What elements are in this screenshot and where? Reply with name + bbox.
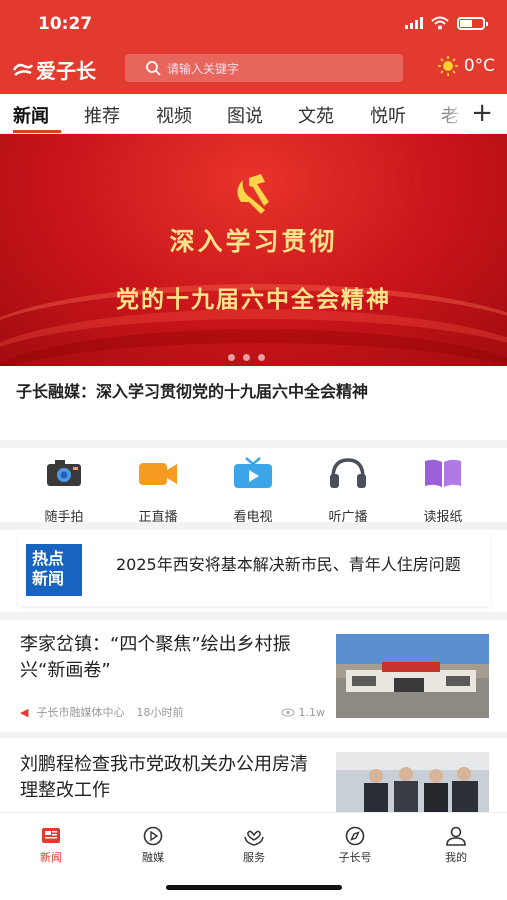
hot-news-badge: 热点新闻 xyxy=(26,544,82,596)
quick-links: 随手拍 正直播 看电视 听广播 读报纸 xyxy=(0,452,507,525)
tv-icon xyxy=(234,457,272,488)
tab-video[interactable]: 视频 xyxy=(156,102,192,128)
meeting-photo xyxy=(336,752,489,812)
app-header: 10:27 爱子长 请输入关键字 0°C xyxy=(0,0,507,94)
status-bar: 10:27 xyxy=(0,10,507,40)
nav-label: 我的 xyxy=(445,851,467,864)
news-thumbnail xyxy=(336,634,489,718)
heart-hands-icon xyxy=(244,830,264,846)
quick-link-tv[interactable]: 看电视 xyxy=(213,456,293,525)
news-title: 李家岔镇：“四个聚焦”绘出乡村振兴“新画卷” xyxy=(20,634,291,681)
news-icon xyxy=(42,828,60,843)
status-time: 10:27 xyxy=(38,14,93,34)
live-camera-icon xyxy=(139,463,177,485)
tab-recommend[interactable]: 推荐 xyxy=(84,102,120,128)
speaker-icon: ◀ xyxy=(20,705,29,719)
divider xyxy=(0,612,507,620)
nav-service[interactable]: 服务 xyxy=(219,825,289,865)
search-icon xyxy=(146,61,161,76)
banner-caption[interactable]: 子长融媒：深入学习贯彻党的十九届六中全会精神 xyxy=(16,378,496,402)
logo-icon xyxy=(12,63,34,76)
news-title: 刘鹏程检查我市党政机关办公用房清理整改工作 xyxy=(20,754,308,801)
logo-text: 爱子长 xyxy=(36,59,96,83)
compass-icon xyxy=(345,826,365,846)
nav-news[interactable]: 新闻 xyxy=(16,825,86,865)
banner-headline-1: 深入学习贯彻 xyxy=(169,227,338,256)
news-views: 1.1w xyxy=(281,705,326,719)
quick-link-snapshot[interactable]: 随手拍 xyxy=(24,456,104,525)
party-emblem-icon xyxy=(237,174,269,214)
nav-zichang-account[interactable]: 子长号 xyxy=(320,825,390,865)
nav-media[interactable]: 融媒 xyxy=(118,825,188,865)
hot-news-card[interactable]: 热点新闻 2025年西安将基本解决新市民、青年人住房问题 xyxy=(18,534,490,606)
app-logo: 爱子长 xyxy=(12,55,96,84)
signal-icon xyxy=(405,17,423,29)
headphones-icon xyxy=(330,458,366,488)
news-item[interactable]: 李家岔镇：“四个聚焦”绘出乡村振兴“新画卷” ◀ 子长市融媒体中心 18小时前 … xyxy=(0,620,507,732)
tab-fade xyxy=(438,94,468,134)
news-thumbnail xyxy=(336,752,489,812)
news-time: 18小时前 xyxy=(136,706,184,719)
eye-icon xyxy=(281,708,294,716)
nav-mine[interactable]: 我的 xyxy=(421,825,491,865)
user-icon xyxy=(446,826,466,846)
active-tab-indicator xyxy=(13,130,61,133)
weather-widget[interactable]: 0°C xyxy=(437,56,495,76)
tab-audio[interactable]: 悦听 xyxy=(370,102,406,128)
quick-link-radio[interactable]: 听广播 xyxy=(308,456,388,525)
book-icon xyxy=(425,459,461,487)
home-indicator[interactable] xyxy=(166,885,342,890)
tab-news[interactable]: 新闻 xyxy=(13,102,49,128)
channel-tabs: 新闻 推荐 视频 图说 文苑 悦听 老 + xyxy=(0,94,507,134)
play-icon xyxy=(143,826,163,846)
wifi-icon xyxy=(431,16,449,30)
news-source: 子长市融媒体中心 xyxy=(36,706,125,719)
nav-label: 新闻 xyxy=(40,851,62,864)
banner-headline-2: 党的十九届六中全会精神 xyxy=(116,286,391,313)
nav-label: 子长号 xyxy=(338,851,372,864)
news-view-count: 1.1w xyxy=(298,705,326,719)
quick-link-newspaper[interactable]: 读报纸 xyxy=(403,456,483,525)
building-photo xyxy=(336,634,489,718)
tab-photo[interactable]: 图说 xyxy=(227,102,263,128)
search-placeholder: 请输入关键字 xyxy=(167,61,240,76)
news-meta: ◀ 子长市融媒体中心 18小时前 1.1w xyxy=(20,704,325,720)
tab-literature[interactable]: 文苑 xyxy=(298,102,334,128)
search-input[interactable]: 请输入关键字 xyxy=(125,54,403,82)
nav-label: 融媒 xyxy=(142,851,164,864)
divider xyxy=(0,522,507,530)
divider xyxy=(0,440,507,448)
status-icons xyxy=(405,16,488,30)
weather-temp: 0°C xyxy=(463,56,495,76)
hot-news-text: 2025年西安将基本解决新市民、青年人住房问题 xyxy=(116,555,461,574)
quick-link-live[interactable]: 正直播 xyxy=(118,456,198,525)
banner-carousel[interactable]: 深入学习贯彻 党的十九届六中全会精神 xyxy=(0,134,507,366)
sun-icon xyxy=(437,56,458,76)
news-item[interactable]: 刘鹏程检查我市党政机关办公用房清理整改工作 xyxy=(0,738,507,812)
camera-icon xyxy=(47,460,81,486)
add-channel-icon[interactable]: + xyxy=(471,98,493,128)
nav-label: 服务 xyxy=(243,851,265,864)
carousel-dots xyxy=(228,354,265,361)
battery-icon xyxy=(457,16,488,30)
